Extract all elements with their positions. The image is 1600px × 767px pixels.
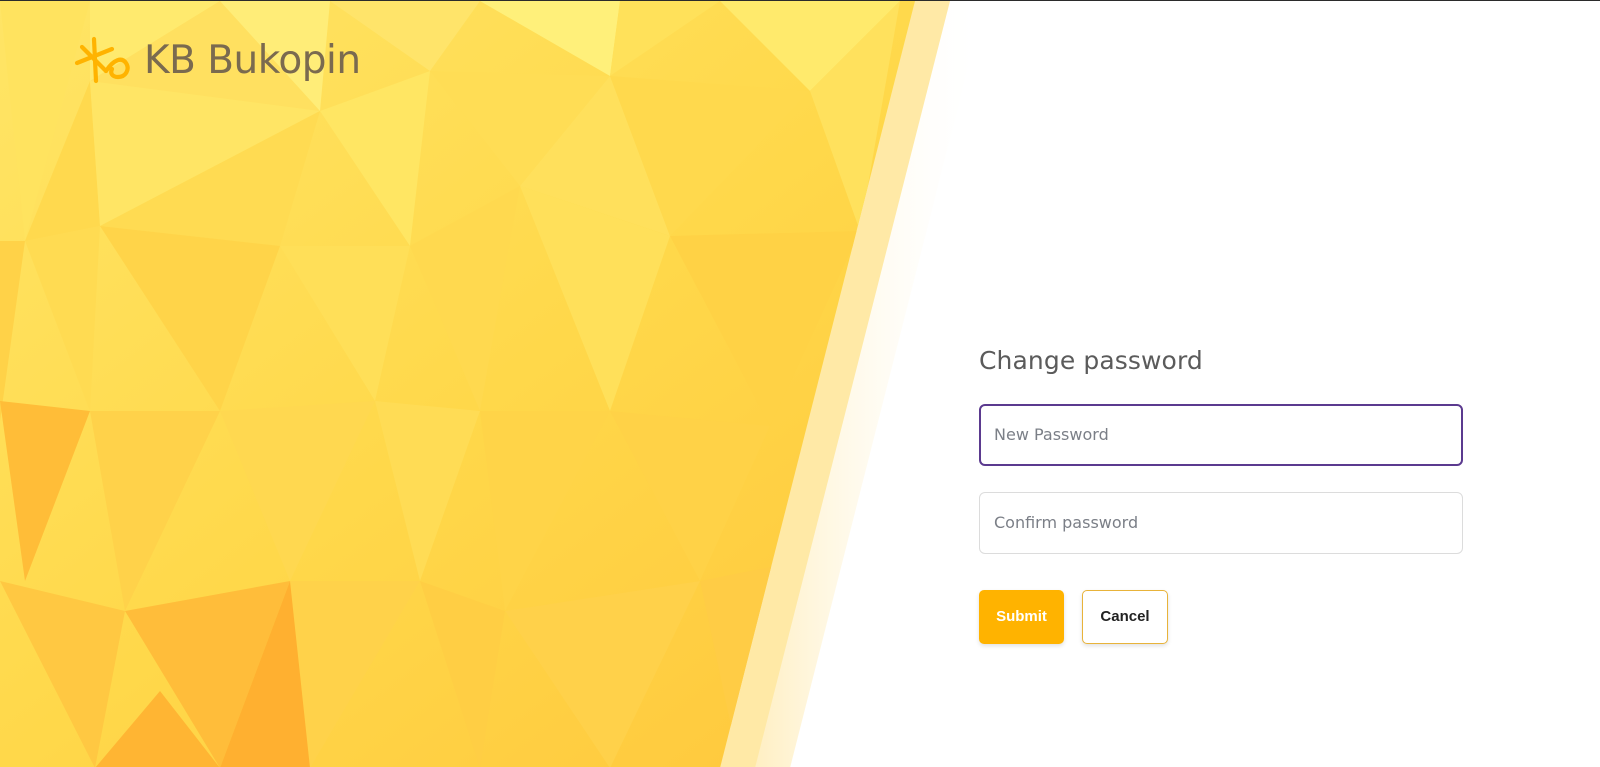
confirm-password-input[interactable] bbox=[979, 491, 1463, 554]
brand-logo[interactable]: KB Bukopin bbox=[72, 35, 361, 85]
new-password-input[interactable] bbox=[979, 403, 1463, 466]
login-page: KB Bukopin Change password Submit Cancel bbox=[0, 0, 1600, 767]
brand-name: KB Bukopin bbox=[144, 37, 361, 83]
kb-swirl-logo-icon bbox=[74, 36, 130, 84]
form-actions: Submit Cancel bbox=[979, 589, 1463, 644]
cancel-button[interactable]: Cancel bbox=[1082, 589, 1168, 644]
submit-button[interactable]: Submit bbox=[979, 589, 1064, 644]
change-password-form: Change password Submit Cancel bbox=[979, 345, 1463, 644]
form-title: Change password bbox=[979, 346, 1203, 375]
